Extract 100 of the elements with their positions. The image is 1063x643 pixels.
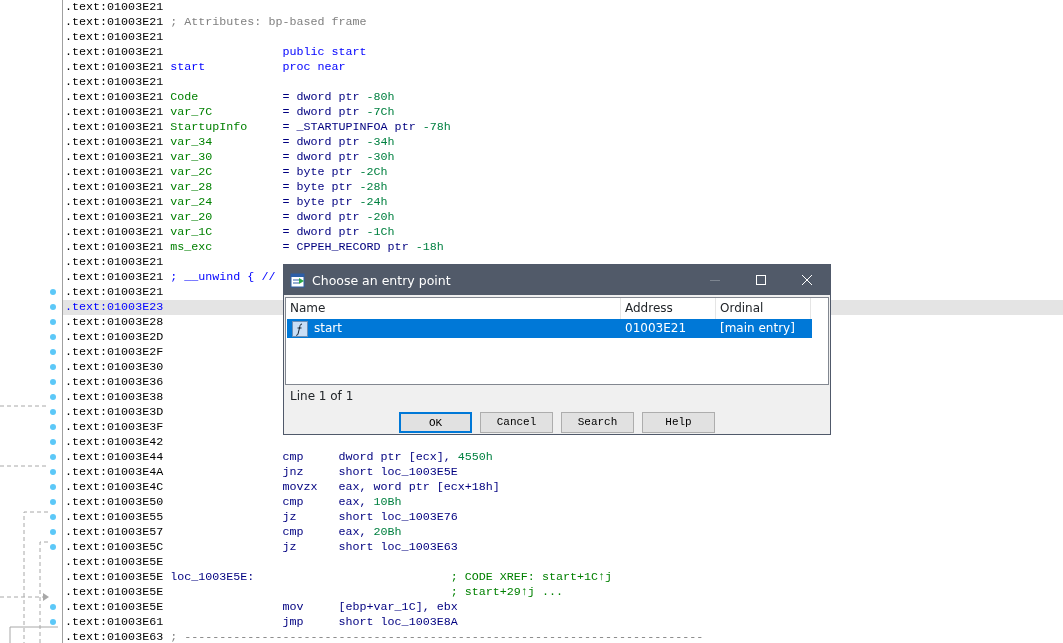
- address-text: .text:01003E61: [65, 615, 164, 629]
- number-text: -18h: [415, 240, 444, 254]
- variable-text: var_34: [170, 135, 213, 149]
- address-text: .text:01003E5E: [65, 570, 164, 584]
- mnemonic-text: mov: [282, 600, 304, 614]
- variable-text: Code: [170, 90, 199, 104]
- operand-text: eax,: [338, 495, 367, 509]
- address-text: .text:01003E21: [65, 90, 164, 104]
- address-text: .text:01003E21: [65, 45, 164, 59]
- address-text: .text:01003E4A: [65, 465, 164, 479]
- mnemonic-text: cmp: [282, 525, 304, 539]
- address-text: .text:01003E21: [65, 225, 164, 239]
- window-icon: [290, 272, 306, 288]
- status-text: Line 1 of 1: [290, 389, 354, 403]
- address-text: .text:01003E21: [65, 75, 164, 89]
- mnemonic-text: cmp: [282, 450, 304, 464]
- comment-text: ; --------------------------------------------------------------------------: [170, 630, 704, 643]
- address-text: .text:01003E21: [65, 165, 164, 179]
- address-text: .text:01003E5C: [65, 540, 164, 554]
- dialog-button[interactable]: Cancel: [480, 412, 553, 433]
- number-text: -30h: [366, 150, 395, 164]
- keyword-text: proc near: [282, 60, 346, 74]
- address-text: .text:01003E3F: [65, 420, 164, 434]
- operand-text: short loc_1003E5E: [338, 465, 458, 479]
- operand-text: = byte ptr: [282, 195, 353, 209]
- close-icon[interactable]: [802, 275, 812, 285]
- mnemonic-text: jnz: [282, 465, 304, 479]
- dialog-button[interactable]: Help: [642, 412, 715, 433]
- number-text: 10Bh: [373, 495, 402, 509]
- mnemonic-text: jz: [282, 510, 297, 524]
- address-text: .text:01003E21: [65, 120, 164, 134]
- variable-text: var_7C: [170, 105, 213, 119]
- variable-text: var_30: [170, 150, 213, 164]
- operand-text: [ebp+var_1C], ebx: [338, 600, 458, 614]
- function-icon: [292, 320, 308, 337]
- address-text: .text:01003E23: [65, 300, 164, 314]
- address-text: .text:01003E21: [65, 180, 164, 194]
- mnemonic-text: jz: [282, 540, 297, 554]
- keyword-text: public start: [282, 45, 367, 59]
- address-text: .text:01003E63: [65, 630, 164, 643]
- address-text: .text:01003E21: [65, 270, 164, 284]
- variable-text: var_24: [170, 195, 213, 209]
- operand-text: = dword ptr: [282, 90, 360, 104]
- operand-text: = dword ptr: [282, 150, 360, 164]
- operand-text: short loc_1003E63: [338, 540, 458, 554]
- comment-text: ; Attributes: bp-based frame: [170, 15, 367, 30]
- address-text: .text:01003E5E: [65, 585, 164, 599]
- operand-text: = dword ptr: [282, 210, 360, 224]
- operand-text: = dword ptr: [282, 225, 360, 239]
- variable-text: StartupInfo: [170, 120, 248, 134]
- address-text: .text:01003E21: [65, 30, 164, 44]
- mnemonic-text: movzx: [282, 480, 318, 494]
- operand-text: eax, word ptr [ecx+18h]: [338, 480, 500, 494]
- operand-text: = byte ptr: [282, 180, 353, 194]
- number-text: -34h: [366, 135, 395, 149]
- address-text: .text:01003E30: [65, 360, 164, 374]
- table-cell-text: [main entry]: [719, 321, 796, 336]
- address-text: .text:01003E21: [65, 150, 164, 164]
- address-text: .text:01003E5E: [65, 600, 164, 614]
- address-text: .text:01003E21: [65, 105, 164, 119]
- variable-text: var_1C: [170, 225, 213, 239]
- address-text: .text:01003E21: [65, 0, 164, 14]
- variable-text: var_2C: [170, 165, 213, 179]
- operand-text: = dword ptr: [282, 105, 360, 119]
- address-text: .text:01003E44: [65, 450, 164, 464]
- mnemonic-text: jmp: [282, 615, 304, 629]
- number-text: -24h: [359, 195, 388, 209]
- address-text: .text:01003E21: [65, 285, 164, 299]
- number-text: 4550h: [457, 450, 493, 464]
- number-text: -28h: [359, 180, 388, 194]
- operand-text: = dword ptr: [282, 135, 360, 149]
- address-text: .text:01003E3D: [65, 405, 164, 419]
- dialog-button[interactable]: OK: [399, 412, 472, 433]
- address-text: .text:01003E42: [65, 435, 164, 449]
- address-text: .text:01003E21: [65, 135, 164, 149]
- mnemonic-text: cmp: [282, 495, 304, 509]
- maximize-icon[interactable]: [756, 275, 766, 285]
- dialog-button[interactable]: Search: [561, 412, 634, 433]
- keyword-text: start: [170, 60, 206, 74]
- entry-row[interactable]: start 01003E21 [main entry]: [287, 319, 812, 338]
- address-text: .text:01003E57: [65, 525, 164, 539]
- number-text: -20h: [366, 210, 395, 224]
- address-text: .text:01003E38: [65, 390, 164, 404]
- operand-text: = byte ptr: [282, 165, 353, 179]
- address-text: .text:01003E21: [65, 15, 164, 29]
- xref-comment-text: ; CODE XREF: start+1C↑j: [450, 570, 613, 585]
- window-title: Choose an entry point: [311, 272, 452, 288]
- address-text: .text:01003E21: [65, 240, 164, 254]
- operand-text: short loc_1003E8A: [338, 615, 458, 629]
- number-text: -7Ch: [366, 105, 395, 119]
- address-text: .text:01003E5E: [65, 555, 164, 569]
- variable-text: ms_exc: [170, 240, 213, 254]
- keyword-text: ; __unwind { //: [170, 270, 276, 285]
- variable-text: var_20: [170, 210, 213, 224]
- number-text: 20Bh: [373, 525, 402, 539]
- operand-text: = _STARTUPINFOA ptr: [282, 120, 416, 134]
- number-text: -80h: [366, 90, 395, 104]
- address-text: .text:01003E28: [65, 315, 164, 329]
- table-cell-text: 01003E21: [624, 321, 688, 336]
- operand-text: dword ptr [ecx],: [338, 450, 451, 464]
